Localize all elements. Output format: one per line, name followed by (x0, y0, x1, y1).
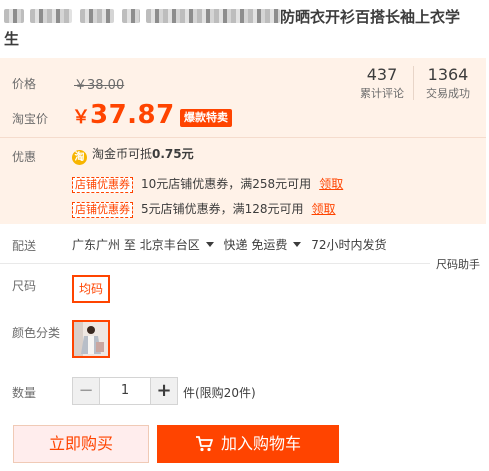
product-title-line2: 生 (4, 30, 20, 48)
quantity-label: 数量 (12, 386, 37, 400)
blurred-title-text (4, 9, 24, 23)
taobao-coin-icon: 淘 (72, 150, 87, 165)
coin-value: 0.75元 (152, 147, 194, 161)
price-label: 价格 (12, 77, 37, 91)
promo-label: 优惠 (12, 150, 37, 164)
coin-text: 淘金币可抵 (92, 147, 153, 161)
price-panel: 价格 ￥38.00 437 累计评论 1364 交易成功 淘宝价 ￥37.87 … (0, 58, 486, 224)
blurred-title-text (80, 9, 114, 23)
cart-icon (195, 436, 213, 452)
sold-count: 1364 (427, 65, 469, 84)
blurred-title-text (146, 9, 280, 23)
ship-to-word: 至 (123, 238, 136, 252)
buy-now-button[interactable]: 立即购买 (13, 425, 149, 463)
product-title: 防晒衣开衫百搭长袖上衣学 生 (4, 6, 484, 50)
add-to-cart-button[interactable]: 加入购物车 (157, 425, 339, 463)
reviews-stat[interactable]: 437 累计评论 (353, 64, 411, 102)
blurred-title-text (30, 9, 72, 23)
size-helper-link[interactable]: 尺码助手 (436, 256, 480, 272)
ship-from: 广东广州 (72, 238, 121, 252)
blurred-title-text (122, 9, 140, 23)
price-divider (0, 137, 486, 138)
quantity-stepper: − 1 + (72, 377, 178, 405)
coupon-row: 店铺优惠券 10元店铺优惠券，满258元可用 领取 (72, 177, 343, 193)
shipping-label: 配送 (12, 239, 37, 253)
claim-coupon-link[interactable]: 领取 (319, 177, 343, 191)
reviews-count: 437 (366, 65, 398, 84)
ship-to-location[interactable]: 北京丰台区 (140, 238, 200, 252)
shop-coupon-tag: 店铺优惠券 (72, 202, 133, 218)
section-divider (0, 263, 430, 264)
coupon-row: 店铺优惠券 5元店铺优惠券，满128元可用 领取 (72, 202, 336, 218)
shop-coupon-tag: 店铺优惠券 (72, 177, 133, 193)
size-option-one-size[interactable]: 均码 (72, 275, 111, 303)
reviews-label: 累计评论 (360, 87, 404, 100)
sold-stat: 1364 交易成功 (419, 64, 477, 102)
color-swatch-image (74, 322, 108, 356)
current-price: ￥37.87 (72, 100, 175, 130)
size-label: 尺码 (12, 279, 37, 293)
quantity-decrease-button[interactable]: − (72, 377, 100, 405)
claim-coupon-link[interactable]: 领取 (312, 202, 336, 216)
dispatch-time: 72小时内发货 (311, 238, 387, 252)
quantity-increase-button[interactable]: + (150, 377, 178, 405)
original-price: ￥38.00 (74, 78, 125, 93)
taobao-coin-row: 淘淘金币可抵0.75元 (72, 146, 194, 165)
shipping-row: 广东广州 至 北京丰台区 快递 免运费 72小时内发货 (72, 237, 386, 253)
quantity-input[interactable]: 1 (100, 377, 150, 405)
current-price-value: 37.87 (90, 100, 175, 130)
color-option-thumbnail[interactable] (72, 320, 110, 358)
product-title-text: 防晒衣开衫百搭长袖上衣学 (280, 8, 461, 26)
location-dropdown-icon[interactable] (205, 242, 214, 247)
purchase-limit-note: 件(限购20件) (183, 386, 256, 400)
add-to-cart-label: 加入购物车 (220, 434, 301, 453)
hot-sale-badge: 爆款特卖 (180, 109, 232, 127)
sold-label: 交易成功 (426, 87, 470, 100)
currency-symbol: ￥ (72, 107, 90, 128)
method-dropdown-icon[interactable] (293, 242, 302, 247)
coupon-desc: 5元店铺优惠券，满128元可用 (141, 202, 304, 216)
color-label: 颜色分类 (12, 326, 61, 340)
shipping-method[interactable]: 快递 免运费 (224, 238, 288, 252)
promo-price-label: 淘宝价 (12, 112, 49, 126)
stats-divider (413, 66, 414, 100)
coupon-desc: 10元店铺优惠券，满258元可用 (141, 177, 312, 191)
